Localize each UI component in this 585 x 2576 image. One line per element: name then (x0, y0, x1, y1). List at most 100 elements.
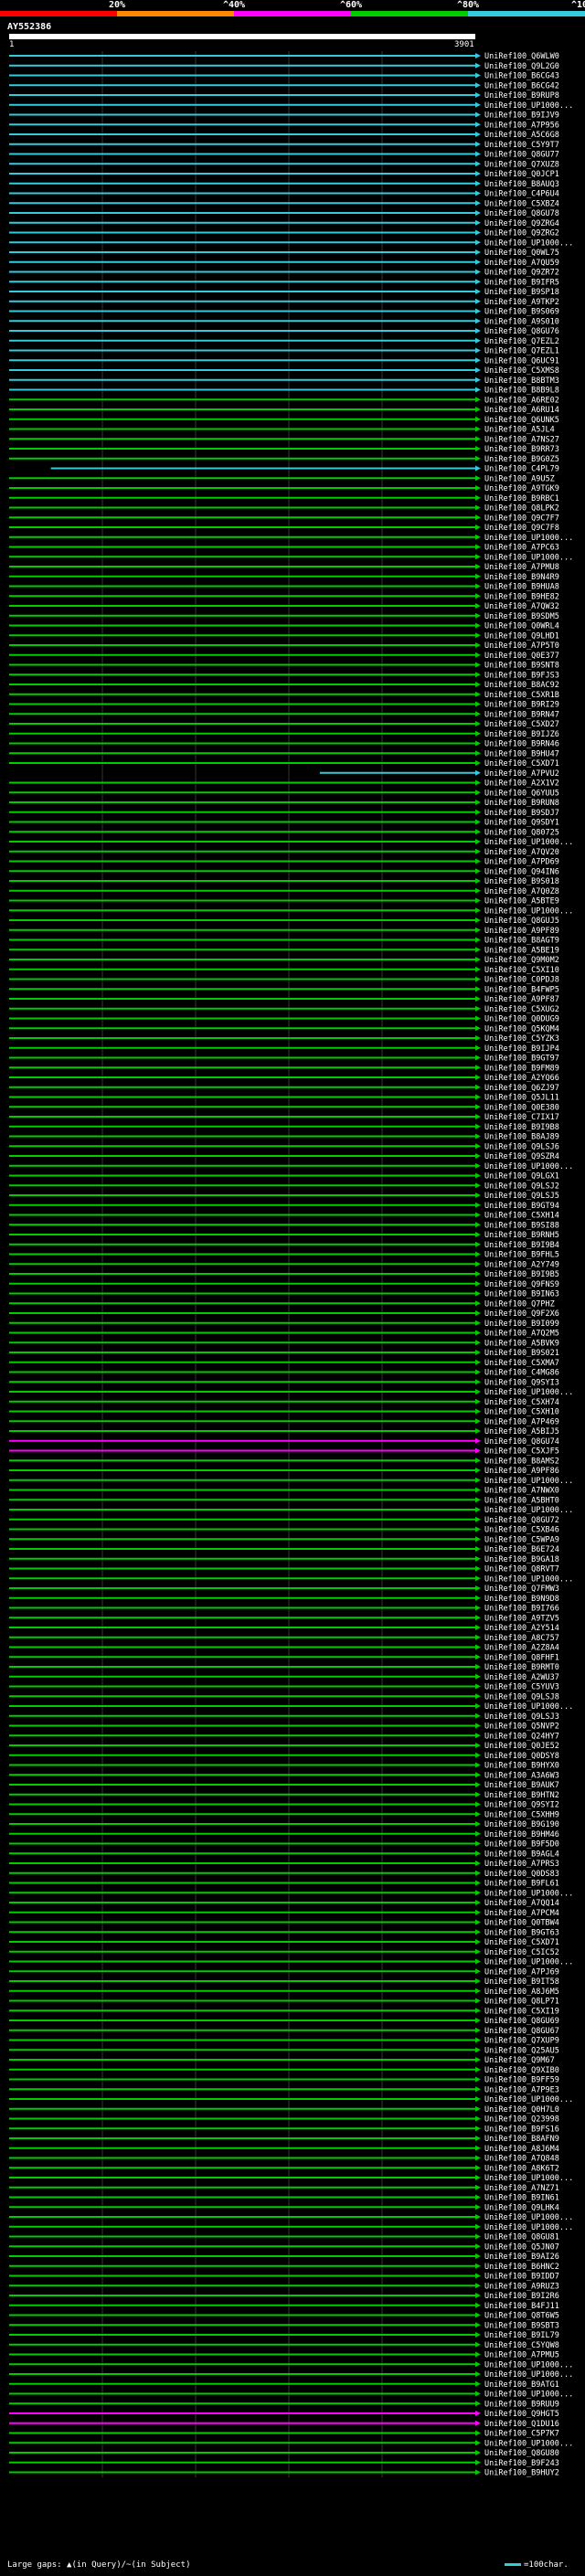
hit-label: UniRef100_UP1000... (484, 2370, 573, 2380)
hit-end-arrow (475, 1555, 481, 1562)
hit-end-arrow (475, 612, 481, 619)
hit-end-arrow (475, 1890, 481, 1896)
hit-end-arrow (475, 1880, 481, 1886)
hit-end-arrow (475, 544, 481, 550)
hit-end-arrow (475, 239, 481, 246)
hit-end-arrow (475, 2351, 481, 2358)
hit-label: UniRef100_Q9ZR72 (484, 269, 559, 278)
hit-label: UniRef100_Q7PHZ (484, 1299, 555, 1309)
hit-end-arrow (475, 1044, 481, 1051)
hit-end-arrow (475, 1497, 481, 1503)
hit-label: UniRef100_A7PCM4 (484, 1909, 559, 1918)
hit-end-arrow (475, 1241, 481, 1247)
hit-end-arrow (475, 1605, 481, 1611)
hit-end-arrow (475, 790, 481, 796)
hit-end-arrow (475, 1359, 481, 1365)
hit-end-arrow (475, 1654, 481, 1660)
hit-end-arrow (475, 1447, 481, 1454)
query-name: AY552386 (7, 22, 52, 32)
hit-end-arrow (475, 367, 481, 373)
hit-label: UniRef100_Q0JCP1 (484, 170, 559, 179)
hit-end-arrow (475, 1094, 481, 1100)
hit-end-arrow (475, 1055, 481, 1061)
hit-label: UniRef100_A7QW32 (484, 602, 559, 611)
hit-end-arrow (475, 2037, 481, 2043)
hit-end-arrow (475, 376, 481, 383)
hit-end-arrow (475, 1968, 481, 1975)
hit-end-arrow (475, 1743, 481, 1748)
scale-segment (468, 11, 585, 16)
hit-label: UniRef100_Q9LSJ6 (484, 1142, 559, 1151)
hit-label: UniRef100_A2Z8A4 (484, 1644, 559, 1653)
hit-label: UniRef100_C5XUG2 (484, 1005, 559, 1014)
hit-label: UniRef100_UP1000... (484, 1702, 573, 1712)
hit-end-arrow (475, 711, 481, 717)
hit-label: UniRef100_Q8GU77 (484, 151, 559, 160)
hit-end-arrow (475, 2332, 481, 2337)
hit-end-arrow (475, 455, 481, 461)
hit-end-arrow (475, 701, 481, 707)
hit-label: UniRef100_A7NWX0 (484, 1487, 559, 1496)
hit-end-arrow (475, 1762, 481, 1768)
hit-end-arrow (475, 652, 481, 658)
hit-end-arrow (475, 1978, 481, 1984)
hit-label: UniRef100_C5XMA7 (484, 1359, 559, 1368)
hit-end-arrow (475, 1840, 481, 1847)
hit-label: UniRef100_B9RN47 (484, 710, 559, 719)
hit-end-arrow (475, 887, 481, 894)
hit-end-arrow (475, 1900, 481, 1905)
hit-label: UniRef100_C5YQW8 (484, 2341, 559, 2350)
hit-label: UniRef100_A7PJ69 (484, 1967, 559, 1977)
hit-label: UniRef100_C5XH74 (484, 1398, 559, 1407)
hit-label: UniRef100_B9HUY2 (484, 2469, 559, 2478)
hit-end-arrow (475, 1015, 481, 1022)
hit-label: UniRef100_B9IN63 (484, 1290, 559, 1299)
hit-label: UniRef100_B6CG43 (484, 72, 559, 81)
hit-label: UniRef100_C5XJF5 (484, 1447, 559, 1457)
hit-end-arrow (475, 259, 481, 265)
hit-label: UniRef100_Q9F2X6 (484, 1309, 559, 1319)
hit-end-arrow (475, 1712, 481, 1719)
hit-end-arrow (475, 603, 481, 609)
hit-end-arrow (475, 1988, 481, 1994)
hit-end-arrow (475, 318, 481, 324)
hit-label: UniRef100_B9F243 (484, 2459, 559, 2468)
hit-end-arrow (475, 357, 481, 364)
hit-label: UniRef100_B9RUP8 (484, 91, 559, 101)
hit-label: UniRef100_UP1000... (484, 2390, 573, 2400)
hit-label: UniRef100_UP1000... (484, 2360, 573, 2369)
hit-end-arrow (475, 2165, 481, 2171)
hit-end-arrow (475, 122, 481, 128)
hit-end-arrow (475, 1909, 481, 1915)
hit-label: UniRef100_B9I2R6 (484, 2292, 559, 2301)
hit-label: UniRef100_B9I766 (484, 1605, 559, 1614)
hit-end-arrow (475, 141, 481, 147)
hit-label: UniRef100_Q8GU67 (484, 2027, 559, 2036)
hit-end-arrow (475, 2184, 481, 2190)
hit-end-arrow (475, 1065, 481, 1071)
hit-label: UniRef100_A6RU14 (484, 406, 559, 415)
hit-label: UniRef100_C5XB46 (484, 1526, 559, 1535)
hit-label: UniRef100_B9IFR5 (484, 278, 559, 287)
hit-end-arrow (475, 2469, 481, 2475)
hit-end-arrow (475, 1350, 481, 1355)
hit-label: UniRef100_UP1000... (484, 1506, 573, 1515)
hit-label: UniRef100_B8AMS2 (484, 1457, 559, 1466)
hit-end-arrow (475, 190, 481, 196)
hit-end-arrow (475, 1398, 481, 1405)
hit-end-arrow (475, 475, 481, 482)
hit-label: UniRef100_Q5KQM4 (484, 1024, 559, 1034)
hit-end-arrow (475, 161, 481, 167)
hit-end-arrow (475, 1232, 481, 1237)
hit-label: UniRef100_Q8GU72 (484, 1516, 559, 1525)
hit-label: UniRef100_UP1000... (484, 553, 573, 562)
hit-label: UniRef100_A7PMU5 (484, 2351, 559, 2360)
hit-label: UniRef100_C5XD27 (484, 720, 559, 729)
hit-end-arrow (475, 779, 481, 786)
hit-label: UniRef100_B9HUA8 (484, 583, 559, 592)
hit-label: UniRef100_B9I9B8 (484, 1123, 559, 1132)
hit-label: UniRef100_B9FM89 (484, 1064, 559, 1073)
hit-end-arrow (475, 819, 481, 825)
hit-label: UniRef100_C5XI10 (484, 966, 559, 975)
hit-end-arrow (475, 927, 481, 933)
